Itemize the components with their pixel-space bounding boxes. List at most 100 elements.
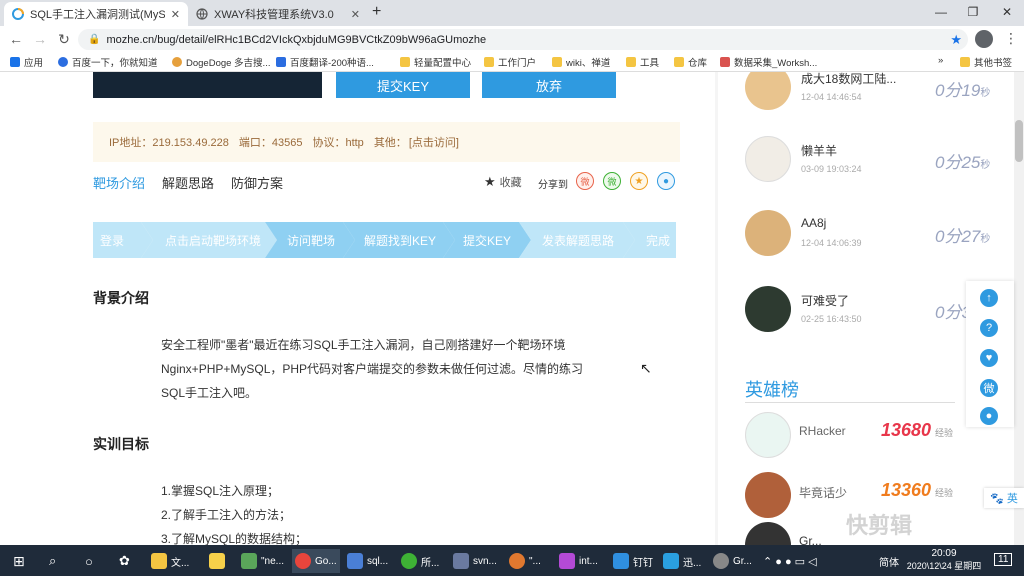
protocol: 协议：http: [312, 137, 364, 149]
scrollbar-thumb[interactable]: [1015, 120, 1023, 162]
bookmark-repo[interactable]: 仓库: [674, 55, 707, 69]
maximize-button[interactable]: ❐: [958, 0, 988, 24]
taskbar-item[interactable]: sql...: [344, 549, 391, 573]
ip-address: IP地址：219.153.49.228: [109, 137, 229, 149]
handshake-icon[interactable]: ♥: [980, 349, 998, 367]
weibo-icon[interactable]: 微: [980, 379, 998, 397]
hero-unit: 经验: [935, 428, 954, 438]
bookmark-tools[interactable]: 工具: [626, 55, 659, 69]
url-text: mozhe.cn/bug/detail/elRHc1BCd2VIckQxbjdu…: [106, 33, 487, 46]
taskbar-item-chrome[interactable]: Go...: [292, 549, 340, 573]
fan-app-icon[interactable]: ✿: [116, 549, 133, 573]
tab-intro[interactable]: 靶场介绍: [93, 173, 145, 192]
question-icon[interactable]: ?: [980, 319, 998, 337]
taskbar-item[interactable]: [206, 549, 232, 573]
bookmark-baidu[interactable]: 百度一下，你就知道: [58, 55, 158, 69]
new-tab-button[interactable]: +: [372, 3, 381, 21]
taskbar-item[interactable]: int...: [556, 549, 601, 573]
folder-icon: [960, 57, 970, 67]
ranking-name: AA8j: [801, 216, 827, 230]
task-view-icon[interactable]: ○: [82, 549, 96, 573]
avatar: [745, 136, 791, 182]
mozhe-favicon-icon: [12, 8, 24, 20]
hero-score: 13360: [881, 480, 932, 500]
globe-icon: [196, 8, 208, 20]
tab-bar: SQL手工注入漏洞测试(MySQL数 ✕ XWAY科技管理系统V3.0 ✕ + …: [0, 0, 1024, 26]
forward-button[interactable]: →: [28, 27, 52, 51]
goal-3: 3.了解MySQL的数据结构；: [161, 532, 308, 545]
windows-start-icon[interactable]: ⊞: [10, 549, 28, 573]
bookmark-baidu-translate[interactable]: 百度翻译-200种语...: [276, 55, 374, 69]
reload-button[interactable]: ↻: [52, 27, 76, 51]
step-start-env: 点击启动靶场环境: [164, 233, 261, 248]
goal-1: 1.掌握SQL注入原理；: [161, 484, 280, 498]
step-submit-key: 提交KEY: [462, 233, 511, 248]
avatar: [745, 412, 791, 458]
close-tab-icon[interactable]: ✕: [351, 8, 360, 21]
ranking-item[interactable]: 成大18数网工陆... 12-04 14:46:54 0分19秒: [745, 72, 1005, 114]
tray-icons[interactable]: ⌃ ● ● ▭ ◁: [760, 549, 820, 573]
tab-sql-injection[interactable]: SQL手工注入漏洞测试(MySQL数 ✕: [4, 2, 188, 26]
favorite-button[interactable]: ★ 收藏: [484, 174, 522, 190]
clock-time: 20:09: [931, 548, 957, 559]
qq-share-icon[interactable]: ●: [657, 172, 675, 190]
tab-solution[interactable]: 解题思路: [162, 173, 214, 192]
close-window-button[interactable]: ✕: [992, 0, 1022, 24]
tab-defense[interactable]: 防御方案: [231, 173, 283, 192]
background-line-1: 安全工程师"墨者"最近在练习SQL手工注入漏洞，自己刚搭建好一个靶场环境: [161, 338, 566, 352]
visit-link[interactable]: [点击访问]: [409, 134, 459, 150]
taskbar-item[interactable]: 所...: [398, 549, 442, 573]
bookmark-config[interactable]: 轻量配置中心: [400, 55, 471, 69]
star-icon: ★: [484, 174, 496, 189]
baidu-icon: [58, 57, 68, 67]
avatar: [745, 210, 791, 256]
give-up-button[interactable]: 放弃: [482, 72, 616, 98]
ranking-item[interactable]: AA8j 12-04 14:06:39 0分27秒: [745, 210, 1005, 260]
bookmarks-more[interactable]: »: [938, 55, 943, 66]
close-tab-icon[interactable]: ✕: [171, 8, 180, 21]
hero-board-title: 英雄榜: [745, 380, 799, 400]
bookmark-portal[interactable]: 工作门户: [484, 55, 536, 69]
ranking-score: 0分25秒: [935, 153, 991, 172]
ranking-item[interactable]: 懒羊羊 03-09 19:03:24 0分25秒: [745, 136, 1005, 186]
arrow-up-icon[interactable]: ↑: [980, 289, 998, 307]
port: 端口：43565: [238, 137, 303, 149]
taskbar-item[interactable]: 文...: [148, 549, 192, 573]
submit-key-button[interactable]: 提交KEY: [336, 72, 470, 98]
floating-toolbar: ↑ ? ♥ 微 ●: [966, 281, 1014, 427]
clock[interactable]: 20:09 2020\12\24 星期四: [904, 548, 984, 572]
profile-avatar[interactable]: [975, 30, 993, 48]
weibo-share-icon[interactable]: 微: [576, 172, 594, 190]
taskbar-item[interactable]: 迅...: [660, 549, 704, 573]
back-button[interactable]: ←: [4, 27, 28, 51]
wechat-icon[interactable]: ●: [980, 407, 998, 425]
language-badge[interactable]: 🐾 英: [984, 488, 1024, 508]
menu-icon[interactable]: ⋮: [1004, 30, 1018, 47]
taskbar-item[interactable]: 钉钉: [610, 549, 656, 573]
avatar: [745, 522, 791, 545]
minimize-button[interactable]: —: [926, 0, 956, 24]
bookmark-apps[interactable]: 应用: [10, 55, 43, 69]
taskbar-item[interactable]: svn...: [450, 549, 500, 573]
taskbar-item[interactable]: "ne...: [238, 549, 287, 573]
bookmark-star-icon[interactable]: ★: [950, 32, 962, 48]
folder-icon: [484, 57, 494, 67]
taskbar-item[interactable]: "...: [506, 549, 544, 573]
step-post-solution: 发表解题思路: [541, 233, 614, 248]
bookmark-wiki[interactable]: wiki、禅道: [552, 55, 610, 69]
bookmark-dogedoge[interactable]: DogeDoge 多吉搜...: [172, 55, 270, 69]
notification-badge[interactable]: 11: [994, 553, 1013, 566]
taskbar-item[interactable]: Gr...: [710, 549, 755, 573]
tab-xway[interactable]: XWAY科技管理系统V3.0 ✕: [188, 2, 368, 26]
ime-indicator[interactable]: 简体: [876, 549, 902, 573]
address-bar[interactable]: 🔒 mozhe.cn/bug/detail/elRHc1BCd2VIckQxbj…: [78, 29, 968, 50]
bookmark-workshop[interactable]: 数据采集_Worksh...: [720, 55, 817, 69]
page-scrollbar[interactable]: [1014, 72, 1024, 545]
ranking-time: 02-25 16:43:50: [801, 314, 862, 324]
search-icon[interactable]: ⌕: [46, 549, 59, 573]
qzone-share-icon[interactable]: ★: [630, 172, 648, 190]
ranking-score: 0分19秒: [935, 81, 991, 100]
bookmark-other[interactable]: 其他书签: [960, 55, 1012, 69]
wechat-share-icon[interactable]: 微: [603, 172, 621, 190]
data-icon: [720, 57, 730, 67]
